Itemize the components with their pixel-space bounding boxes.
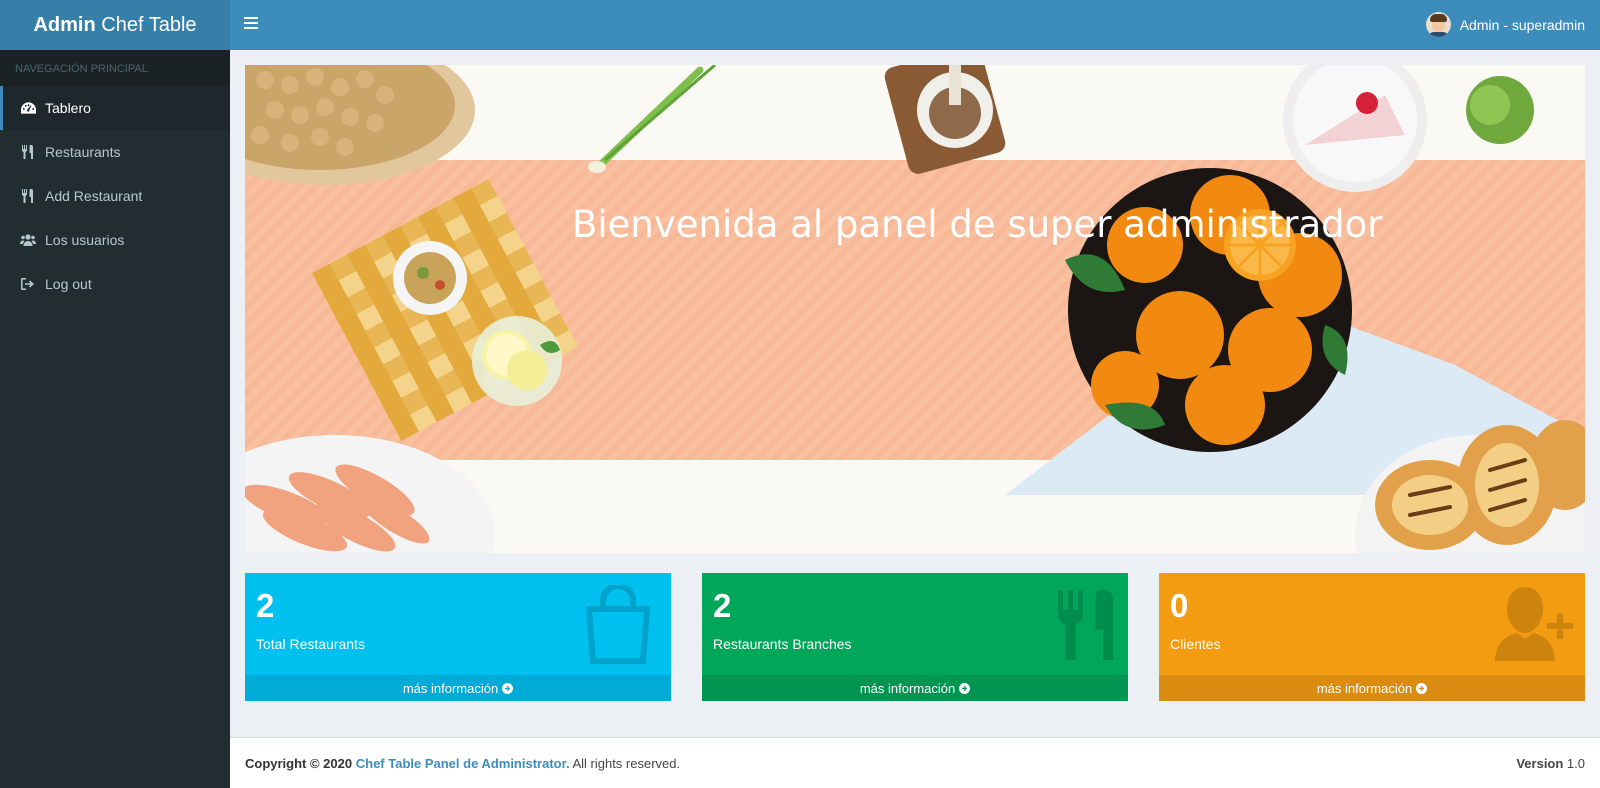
- more-info-label: más información: [1316, 680, 1413, 696]
- version-label: Version: [1516, 756, 1564, 771]
- total-restaurants-box: 2 Total Restaurants más información: [245, 573, 671, 701]
- box-value: 2: [713, 587, 732, 624]
- sidebar-item-label: Log out: [45, 276, 92, 292]
- main-footer: Copyright © 2020 Chef Table Panel de Adm…: [230, 737, 1600, 788]
- top-navbar: Admin - superadmin: [230, 0, 1600, 50]
- copyright: Copyright © 2020 Chef Table Panel de Adm…: [245, 756, 680, 771]
- banner-title: Bienvenida al panel de super administrad…: [572, 203, 1383, 246]
- shopping-bag-icon: [585, 585, 651, 664]
- avatar: [1425, 12, 1451, 37]
- user-name: Admin - superadmin: [1459, 16, 1585, 33]
- sidebar-toggle-icon[interactable]: [244, 17, 258, 31]
- logo-bold: Admin: [33, 13, 96, 36]
- sign-out-icon: [20, 277, 36, 291]
- cutlery-icon: [20, 145, 36, 159]
- more-info-link[interactable]: más información: [702, 675, 1128, 701]
- sidebar-item-restaurants[interactable]: Restaurants: [0, 130, 230, 174]
- copyright-text: Copyright © 2020: [245, 756, 353, 771]
- more-info-label: más información: [859, 680, 956, 696]
- version-number: 1.0: [1563, 756, 1585, 771]
- box-label: Restaurants Branches: [713, 636, 852, 652]
- app-logo[interactable]: Admin Chef Table: [0, 0, 230, 50]
- cutlery-icon: [1058, 590, 1113, 660]
- user-plus-icon: [1495, 587, 1573, 661]
- sidebar-item-log-out[interactable]: Log out: [0, 262, 230, 306]
- sidebar-item-tablero[interactable]: Tablero: [0, 86, 230, 130]
- sidebar-item-label: Add Restaurant: [45, 188, 143, 204]
- sidebar-item-label: Restaurants: [45, 144, 121, 160]
- sidebar-item-los-usuarios[interactable]: Los usuarios: [0, 218, 230, 262]
- more-info-label: más información: [402, 680, 499, 696]
- box-value: 2: [256, 587, 275, 624]
- sidebar-item-label: Los usuarios: [45, 232, 125, 248]
- sidebar: NAVEGACIÓN PRINCIPAL Tablero Restaurants…: [0, 50, 230, 788]
- sidebar-header: NAVEGACIÓN PRINCIPAL: [0, 50, 230, 86]
- sidebar-item-label: Tablero: [45, 100, 91, 116]
- cutlery-icon: [20, 189, 36, 203]
- sidebar-item-add-restaurant[interactable]: Add Restaurant: [0, 174, 230, 218]
- restaurants-branches-box: 2 Restaurants Branches más información: [702, 573, 1128, 701]
- version: Version 1.0: [1516, 756, 1585, 771]
- logo-text: Chef Table: [95, 13, 197, 36]
- users-icon: [20, 233, 36, 247]
- box-label: Clientes: [1170, 636, 1221, 652]
- box-label: Total Restaurants: [256, 636, 365, 652]
- dashboard-icon: [20, 101, 36, 115]
- welcome-banner: Bienvenida al panel de super administrad…: [245, 65, 1585, 553]
- arrow-circle-right-icon: [1416, 682, 1428, 694]
- box-value: 0: [1170, 587, 1189, 624]
- user-menu[interactable]: Admin - superadmin: [1425, 12, 1585, 37]
- banner-illustration: [245, 65, 1585, 553]
- more-info-link[interactable]: más información: [245, 675, 671, 701]
- rights-text: All rights reserved.: [569, 756, 681, 771]
- clientes-box: 0 Clientes más información: [1159, 573, 1585, 701]
- arrow-circle-right-icon: [502, 682, 514, 694]
- arrow-circle-right-icon: [959, 682, 971, 694]
- more-info-link[interactable]: más información: [1159, 675, 1585, 701]
- footer-link[interactable]: Chef Table Panel de Administrator.: [356, 756, 570, 771]
